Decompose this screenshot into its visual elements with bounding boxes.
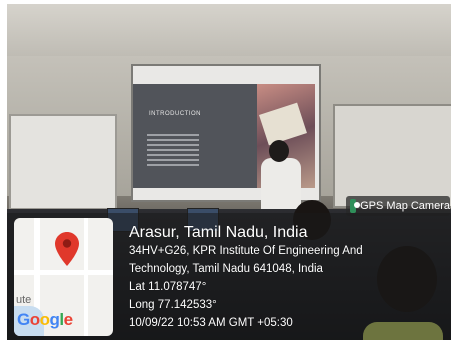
map-pin-icon: [55, 232, 79, 266]
location-info: Arasur, Tamil Nadu, India 34HV+G26, KPR …: [129, 224, 363, 332]
map-road: [14, 270, 113, 275]
address-line-1: 34HV+G26, KPR Institute Of Engineering A…: [129, 245, 363, 257]
gps-camera-icon: [350, 199, 361, 213]
side-board: [333, 104, 451, 208]
slide-text-lines: [147, 134, 199, 169]
map-road: [84, 218, 88, 336]
whiteboard: [9, 114, 117, 210]
address-line-2: Technology, Tamil Nadu 641048, India: [129, 263, 323, 275]
google-logo: Google: [17, 310, 73, 329]
datetime: 10/09/22 10:53 AM GMT +05:30: [129, 317, 293, 329]
slide-title: INTRODUCTION: [149, 111, 201, 117]
map-place-label: ute: [16, 294, 32, 306]
badge-label: GPS Map Camera: [360, 200, 450, 212]
location-title: Arasur, Tamil Nadu, India: [129, 224, 308, 241]
longitude: Long 77.142533°: [129, 299, 217, 311]
presenter-head: [269, 140, 289, 162]
ceiling: [7, 4, 451, 56]
presenter-body: [261, 158, 301, 214]
latitude: Lat 11.078747°: [129, 281, 207, 293]
map-thumbnail: ute Google: [14, 218, 113, 336]
